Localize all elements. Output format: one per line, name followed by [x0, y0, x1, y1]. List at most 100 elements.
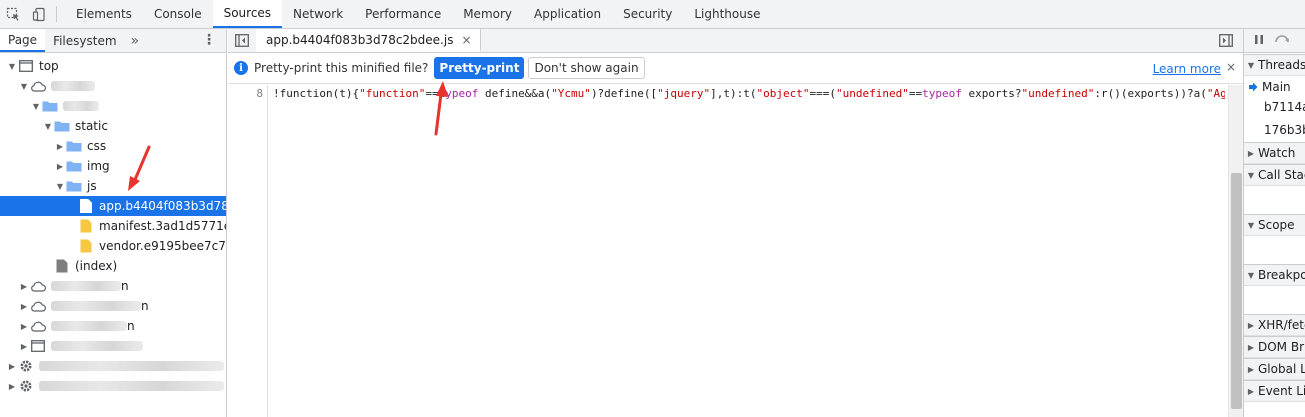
- toggle-navigator-icon[interactable]: [228, 29, 256, 52]
- tab-application[interactable]: Application: [523, 0, 612, 28]
- tree-item-static[interactable]: ▼ static: [0, 116, 226, 136]
- code-string: "Ycmu": [551, 87, 591, 100]
- close-tab-icon[interactable]: ×: [461, 33, 471, 47]
- collapsed-triangle-icon[interactable]: ▶: [54, 162, 66, 171]
- section-threads[interactable]: ▼ Threads: [1244, 54, 1305, 76]
- expanded-triangle-icon[interactable]: ▼: [18, 82, 30, 91]
- dont-show-again-button[interactable]: Don't show again: [528, 57, 645, 79]
- tab-elements[interactable]: Elements: [65, 0, 143, 28]
- thread-label: b7114a: [1264, 100, 1305, 114]
- tab-page[interactable]: Page: [0, 29, 46, 52]
- collapsed-triangle-icon[interactable]: ▶: [18, 322, 30, 331]
- tree-item-worker[interactable]: ▶: [0, 376, 226, 396]
- folder-icon: [66, 179, 82, 193]
- section-call-stack[interactable]: ▼ Call Stack: [1244, 164, 1305, 186]
- tree-item-label: n: [141, 299, 149, 313]
- folder-icon: [66, 159, 82, 173]
- folder-icon: [42, 99, 58, 113]
- step-over-icon[interactable]: [1274, 34, 1290, 48]
- tab-network[interactable]: Network: [282, 0, 354, 28]
- expanded-triangle-icon[interactable]: ▼: [30, 102, 42, 111]
- collapsed-triangle-icon[interactable]: ▶: [6, 362, 18, 371]
- tree-item-index[interactable]: ▶ (index): [0, 256, 226, 276]
- tree-item-manifest-file[interactable]: ▶ manifest.3ad1d5771e9b: [0, 216, 226, 236]
- tab-console[interactable]: Console: [143, 0, 213, 28]
- tab-sources[interactable]: Sources: [212, 0, 283, 28]
- redacted-label: [63, 101, 99, 111]
- tree-item-domain[interactable]: ▶ n: [0, 276, 226, 296]
- tab-performance[interactable]: Performance: [354, 0, 452, 28]
- scrollbar-thumb[interactable]: [1231, 173, 1242, 409]
- device-toolbar-icon[interactable]: [26, 0, 52, 28]
- file-tab-app[interactable]: app.b4404f083b3d78c2bdee.js ×: [256, 29, 481, 52]
- gear-icon: [18, 359, 34, 373]
- inspect-element-icon[interactable]: [0, 0, 26, 28]
- collapsed-triangle-icon[interactable]: ▶: [1244, 149, 1258, 158]
- collapsed-triangle-icon[interactable]: ▶: [6, 382, 18, 391]
- pretty-print-button[interactable]: Pretty-print: [434, 57, 525, 79]
- code-string: "object": [756, 87, 810, 100]
- code-line[interactable]: !function(t){"function"==typeof define&&…: [273, 87, 1225, 100]
- thread-main[interactable]: Main: [1244, 77, 1305, 97]
- tree-item-domain[interactable]: ▶ n: [0, 296, 226, 316]
- section-scope[interactable]: ▼ Scope: [1244, 214, 1305, 236]
- thread-item[interactable]: b7114a: [1244, 97, 1305, 117]
- navigator-tabs: Page Filesystem » ⋮: [0, 29, 226, 53]
- tree-item-vendor-file[interactable]: ▶ vendor.e9195bee7c7aca: [0, 236, 226, 256]
- tree-item-folder[interactable]: ▼: [0, 96, 226, 116]
- section-event-listeners[interactable]: ▶ Event Lis: [1244, 380, 1305, 402]
- tree-item-worker[interactable]: ▶: [0, 356, 226, 376]
- current-thread-arrow-icon: [1248, 82, 1262, 92]
- vertical-scrollbar[interactable]: [1228, 85, 1243, 417]
- section-dom-breakpoints[interactable]: ▶ DOM Br: [1244, 336, 1305, 358]
- tab-lighthouse[interactable]: Lighthouse: [683, 0, 771, 28]
- tree-item-js[interactable]: ▼ js: [0, 176, 226, 196]
- debugger-sidebar: ▼ Threads Main b7114a 176b3b ▶ Watch ▼ C…: [1243, 29, 1305, 417]
- redacted-label: [51, 81, 95, 91]
- close-infobar-icon[interactable]: ×: [1226, 60, 1236, 74]
- expanded-triangle-icon[interactable]: ▼: [1244, 61, 1258, 70]
- pause-icon[interactable]: [1254, 34, 1264, 48]
- expanded-triangle-icon[interactable]: ▼: [54, 182, 66, 191]
- cloud-icon: [30, 279, 46, 293]
- collapsed-triangle-icon[interactable]: ▶: [1244, 387, 1258, 396]
- code-token: exports?: [961, 87, 1022, 100]
- collapsed-triangle-icon[interactable]: ▶: [1244, 365, 1258, 374]
- thread-item[interactable]: 176b3b: [1244, 120, 1305, 140]
- collapsed-triangle-icon[interactable]: ▶: [54, 142, 66, 151]
- tree-item-domain[interactable]: ▼: [0, 76, 226, 96]
- collapsed-triangle-icon[interactable]: ▶: [18, 282, 30, 291]
- more-tabs-icon[interactable]: »: [125, 29, 146, 52]
- code-token: ===(: [809, 87, 837, 100]
- tree-item-img[interactable]: ▶ img: [0, 156, 226, 176]
- tree-item-domain[interactable]: ▶ n: [0, 316, 226, 336]
- learn-more-link[interactable]: Learn more: [1153, 62, 1221, 76]
- section-title: Call Stack: [1258, 168, 1305, 182]
- section-xhr-breakpoints[interactable]: ▶ XHR/fetch: [1244, 314, 1305, 336]
- kebab-menu-icon[interactable]: ⋮: [202, 32, 216, 48]
- tab-filesystem[interactable]: Filesystem: [45, 29, 124, 52]
- collapsed-triangle-icon[interactable]: ▶: [18, 342, 30, 351]
- section-breakpoints[interactable]: ▼ Breakpoints: [1244, 264, 1305, 286]
- expanded-triangle-icon[interactable]: ▼: [6, 62, 18, 71]
- code-area[interactable]: 8 !function(t){"function"==typeof define…: [228, 85, 1243, 417]
- expanded-triangle-icon[interactable]: ▼: [42, 122, 54, 131]
- line-gutter[interactable]: 8: [228, 85, 268, 417]
- expanded-triangle-icon[interactable]: ▼: [1244, 171, 1258, 180]
- expanded-triangle-icon[interactable]: ▼: [1244, 221, 1258, 230]
- collapsed-triangle-icon[interactable]: ▶: [18, 302, 30, 311]
- frame-icon: [18, 59, 34, 73]
- section-watch[interactable]: ▶ Watch: [1244, 142, 1305, 164]
- collapsed-triangle-icon[interactable]: ▶: [1244, 321, 1258, 330]
- tab-security[interactable]: Security: [612, 0, 683, 28]
- tree-item-app-file[interactable]: ▶ app.b4404f083b3d78c2b: [0, 196, 226, 216]
- redacted-label: [51, 281, 121, 291]
- section-global-listeners[interactable]: ▶ Global L: [1244, 358, 1305, 380]
- tree-item-css[interactable]: ▶ css: [0, 136, 226, 156]
- expanded-triangle-icon[interactable]: ▼: [1244, 271, 1258, 280]
- tree-item-frame[interactable]: ▶: [0, 336, 226, 356]
- tab-memory[interactable]: Memory: [452, 0, 523, 28]
- toggle-debugger-icon[interactable]: [1219, 34, 1233, 50]
- tree-item-top[interactable]: ▼ top: [0, 56, 226, 76]
- collapsed-triangle-icon[interactable]: ▶: [1244, 343, 1258, 352]
